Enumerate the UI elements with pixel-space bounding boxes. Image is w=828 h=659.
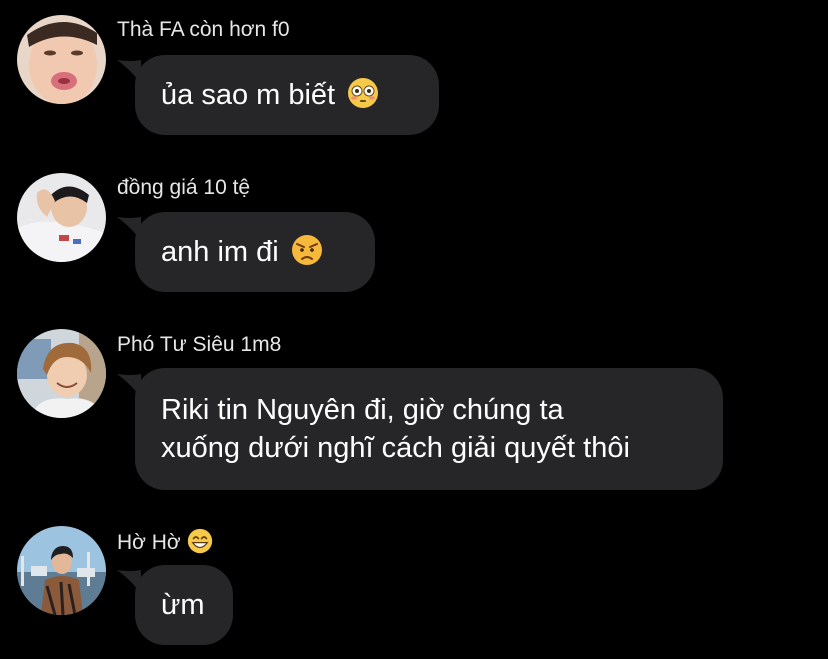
avatar[interactable] [17, 526, 106, 615]
sender-name: đồng giá 10 tệ [117, 176, 251, 199]
message-text-line: Riki tin Nguyên đi, giờ chúng ta [161, 394, 564, 426]
message-text: ủa sao m biết [161, 79, 336, 111]
grinning-face-emoji [187, 528, 212, 554]
harbor-man-avatar [17, 526, 106, 615]
avatar[interactable] [17, 329, 106, 418]
chat-thread: Thà FA còn hơn f0 ủa sao m biết đồng giá… [0, 0, 828, 659]
message-text: ừm [161, 589, 205, 621]
sender-name: Hờ Hờ [117, 528, 213, 556]
message-bubble[interactable]: Riki tin Nguyên đi, giờ chúng ta xuống d… [135, 368, 723, 490]
avatar[interactable] [17, 173, 106, 262]
reclining-man-avatar [17, 173, 106, 262]
flushed-face-emoji [348, 78, 379, 108]
message-bubble[interactable]: ủa sao m biết [135, 55, 439, 135]
angry-face-emoji [291, 235, 322, 265]
sender-name: Thà FA còn hơn f0 [117, 18, 290, 41]
message-text-line: xuống dưới nghĩ cách giải quyết thôi [161, 432, 630, 464]
message-text: anh im đi [161, 236, 279, 268]
message-bubble[interactable]: anh im đi [135, 212, 375, 292]
smiling-boy-avatar [17, 329, 106, 418]
pouting-face-avatar [17, 15, 106, 104]
avatar[interactable] [17, 15, 106, 104]
message-bubble[interactable]: ừm [135, 565, 233, 645]
sender-name: Phó Tư Siêu 1m8 [117, 333, 282, 356]
sender-name-text: Hờ Hờ [117, 531, 181, 554]
